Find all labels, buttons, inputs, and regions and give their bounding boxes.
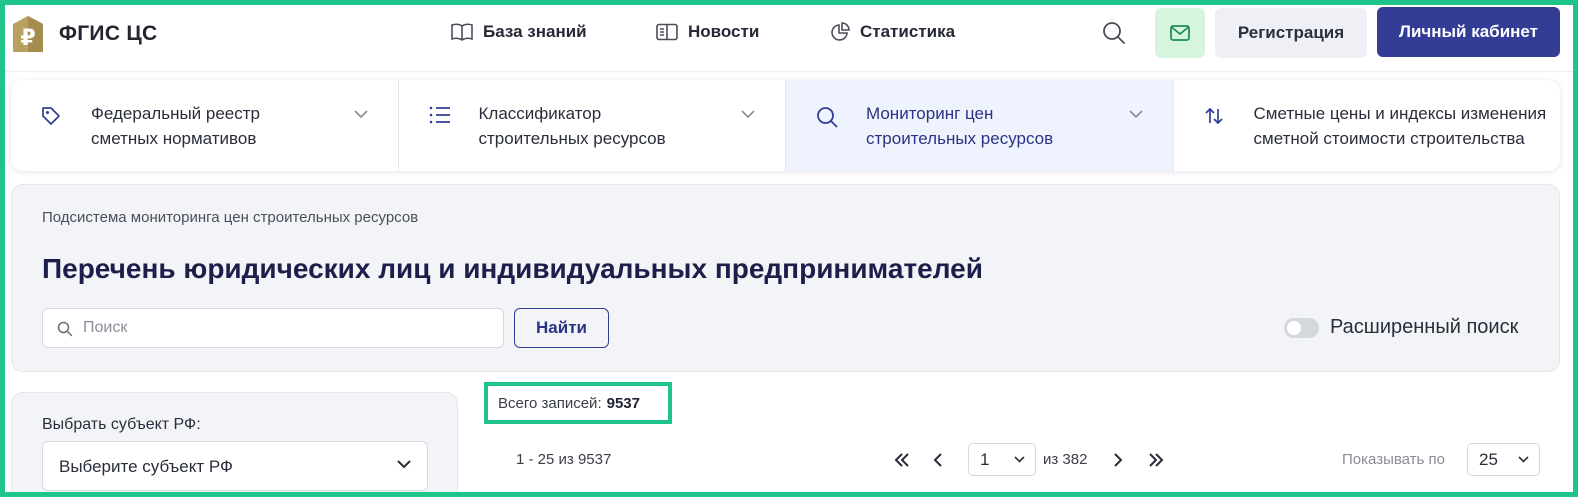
page-select-value: 1 <box>980 450 990 469</box>
chevron-down-icon <box>741 110 755 119</box>
total-records: Всего записей: 9537 <box>484 382 672 424</box>
newspaper-icon <box>656 23 678 41</box>
total-records-label: Всего записей: <box>498 394 602 412</box>
advanced-search-label: Расширенный поиск <box>1330 316 1519 338</box>
messages-button[interactable] <box>1155 8 1205 58</box>
page-size-select[interactable]: 25 <box>1467 443 1540 476</box>
book-icon <box>451 23 473 41</box>
nav-statistics[interactable]: Статистика <box>830 20 955 44</box>
tab-price-monitoring[interactable]: Мониторинг цен строительных ресурсов <box>786 80 1174 171</box>
toggle-knob <box>1287 320 1301 335</box>
chevron-down-icon <box>353 110 368 119</box>
advanced-search-toggle[interactable]: Расширенный поиск <box>1284 316 1518 339</box>
search-field[interactable] <box>42 308 504 348</box>
sort-arrows-icon <box>1204 107 1223 125</box>
category-tabs: Федеральный реестр сметных нормативов Кл… <box>11 80 1560 171</box>
page-title: Перечень юридических лиц и индивидуальны… <box>42 253 983 284</box>
svg-text:₽: ₽ <box>20 26 35 51</box>
search-icon <box>817 107 838 128</box>
nav-news-label: Новости <box>688 22 760 41</box>
region-filter-label: Выбрать субъект РФ: <box>42 416 201 433</box>
region-select-value: Выберите субъект РФ <box>59 457 233 476</box>
tab-resource-classifier-line1: Классификатор <box>478 104 602 123</box>
prev-page-icon[interactable] <box>927 449 949 471</box>
tab-estimate-prices[interactable]: Сметные цены и индексы изменения сметной… <box>1174 80 1561 171</box>
region-select[interactable]: Выберите субъект РФ <box>42 441 428 491</box>
nav-knowledge-base-label: База знаний <box>483 22 587 41</box>
page-select[interactable]: 1 <box>968 443 1036 476</box>
page-size-value: 25 <box>1479 450 1498 469</box>
chevron-down-icon <box>1128 110 1143 119</box>
tag-icon <box>42 107 60 125</box>
tab-estimate-prices-line1: Сметные цены и индексы изменения <box>1253 104 1547 123</box>
register-button[interactable]: Регистрация <box>1215 8 1367 58</box>
chevron-down-icon <box>1014 456 1025 463</box>
tab-price-monitoring-line1: Мониторинг цен <box>866 104 994 123</box>
filter-card: Выбрать субъект РФ: Выберите субъект РФ <box>11 392 458 497</box>
toggle-switch[interactable] <box>1284 317 1319 338</box>
tab-resource-classifier-line2: строительных ресурсов <box>478 129 666 148</box>
records-range: 1 - 25 из 9537 <box>516 451 612 468</box>
personal-cabinet-button[interactable]: Личный кабинет <box>1377 7 1560 57</box>
breadcrumb[interactable]: Подсистема мониторинга цен строительных … <box>42 209 418 226</box>
search-input[interactable] <box>83 309 483 347</box>
tab-resource-classifier[interactable]: Классификатор строительных ресурсов <box>399 80 786 171</box>
total-records-value: 9537 <box>606 394 640 412</box>
last-page-icon[interactable] <box>1145 449 1167 471</box>
ruble-logo-icon[interactable]: ₽ <box>11 14 45 54</box>
tab-estimate-prices-line2: сметной стоимости строительства <box>1253 129 1525 148</box>
mail-icon <box>1170 25 1190 41</box>
pie-chart-icon <box>831 22 850 41</box>
tab-price-monitoring-line2: строительных ресурсов <box>866 129 1054 148</box>
brand-name[interactable]: ФГИС ЦС <box>59 22 158 46</box>
first-page-icon[interactable] <box>891 449 913 471</box>
list-icon <box>429 106 450 124</box>
search-icon[interactable] <box>1101 20 1127 46</box>
search-icon <box>57 321 73 337</box>
chevron-down-icon <box>397 460 411 469</box>
chevron-down-icon <box>1518 456 1529 463</box>
tab-federal-registry[interactable]: Федеральный реестр сметных нормативов <box>11 80 399 171</box>
find-button[interactable]: Найти <box>514 308 609 348</box>
nav-news[interactable]: Новости <box>656 20 759 44</box>
nav-statistics-label: Статистика <box>860 22 956 41</box>
total-pages: из 382 <box>1043 451 1088 468</box>
tab-federal-registry-line2: сметных нормативов <box>91 129 257 148</box>
search-panel: Подсистема мониторинга цен строительных … <box>11 184 1560 372</box>
nav-knowledge-base[interactable]: База знаний <box>451 20 587 44</box>
page-size-label: Показывать по <box>1342 451 1445 468</box>
next-page-icon[interactable] <box>1107 449 1129 471</box>
top-header: ₽ ФГИС ЦС База знаний Новости Статистика… <box>5 5 1573 72</box>
tab-federal-registry-line1: Федеральный реестр <box>91 104 260 123</box>
